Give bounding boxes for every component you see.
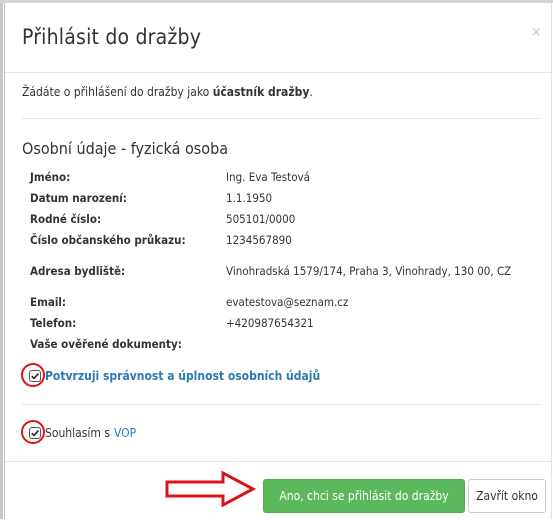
confirm-data-row: Potvrzuji správnost a úplnost osobních ú…	[21, 363, 320, 387]
detail-value: 505101/0000	[226, 211, 296, 226]
arrow-right-icon	[165, 470, 257, 508]
detail-row: Jméno: Ing. Eva Testová	[30, 166, 544, 187]
intro-prefix: Žádáte o přihlášení do dražby jako	[22, 85, 213, 99]
close-window-button[interactable]: Zavřít okno	[468, 479, 546, 513]
personal-details-table: Jméno: Ing. Eva Testová Datum narození: …	[30, 166, 544, 354]
dialog-header: Přihlásit do dražby ×	[5, 3, 551, 73]
detail-label: Adresa bydliště:	[30, 263, 126, 278]
detail-row: Číslo občanského průkazu: 1234567890	[30, 229, 544, 250]
detail-label: Jméno:	[30, 169, 71, 184]
dialog-title: Přihlásit do dražby	[22, 25, 202, 49]
detail-label: Datum narození:	[30, 190, 127, 205]
backdrop	[0, 0, 3, 519]
confirm-data-checkbox[interactable]	[29, 370, 41, 382]
close-icon[interactable]: ×	[531, 25, 541, 40]
detail-label: Telefon:	[30, 315, 77, 330]
detail-row: Email: evatestova@seznam.cz	[30, 291, 544, 312]
detail-value	[226, 333, 544, 354]
terms-label: Souhlasím s	[45, 426, 110, 440]
detail-label: Vaše ověřené dokumenty:	[30, 336, 182, 351]
terms-checkbox[interactable]	[29, 427, 41, 439]
detail-value: evatestova@seznam.cz	[226, 294, 349, 309]
detail-value: Vinohradská 1579/174, Praha 3, Vinohrady…	[226, 263, 512, 278]
login-auction-dialog: Přihlásit do dražby × Žádáte o přihlášen…	[4, 3, 552, 519]
terms-vop-link[interactable]: VOP	[114, 426, 136, 440]
divider	[22, 404, 541, 405]
divider	[22, 118, 541, 119]
detail-value: 1.1.1950	[226, 190, 273, 205]
detail-label: Číslo občanského průkazu:	[30, 232, 186, 247]
detail-row: Telefon: +420987654321	[30, 312, 544, 333]
detail-row: Rodné číslo: 505101/0000	[30, 208, 544, 229]
detail-value: +420987654321	[226, 315, 314, 330]
check-icon	[31, 430, 39, 437]
detail-value: 1234567890	[226, 232, 292, 247]
dialog-footer: Ano, chci se přihlásit do dražby Zavřít …	[5, 461, 551, 520]
detail-label: Email:	[30, 294, 67, 309]
detail-row: Vaše ověřené dokumenty:	[30, 333, 544, 354]
check-icon	[31, 373, 39, 380]
intro-role: účastník dražby	[212, 85, 310, 99]
detail-row: Datum narození: 1.1.1950	[30, 187, 544, 208]
detail-value: Ing. Eva Testová	[226, 169, 310, 184]
detail-row: Adresa bydliště: Vinohradská 1579/174, P…	[30, 250, 544, 291]
section-title: Osobní údaje - fyzická osoba	[22, 139, 229, 158]
confirm-auction-login-button[interactable]: Ano, chci se přihlásit do dražby	[263, 479, 465, 513]
terms-row: Souhlasím s VOP	[21, 420, 136, 444]
intro-suffix: .	[309, 85, 313, 99]
detail-label: Rodné číslo:	[30, 211, 102, 226]
confirm-data-link[interactable]: Potvrzuji správnost a úplnost osobních ú…	[45, 369, 320, 383]
intro-text: Žádáte o přihlášení do dražby jako účast…	[22, 85, 313, 99]
